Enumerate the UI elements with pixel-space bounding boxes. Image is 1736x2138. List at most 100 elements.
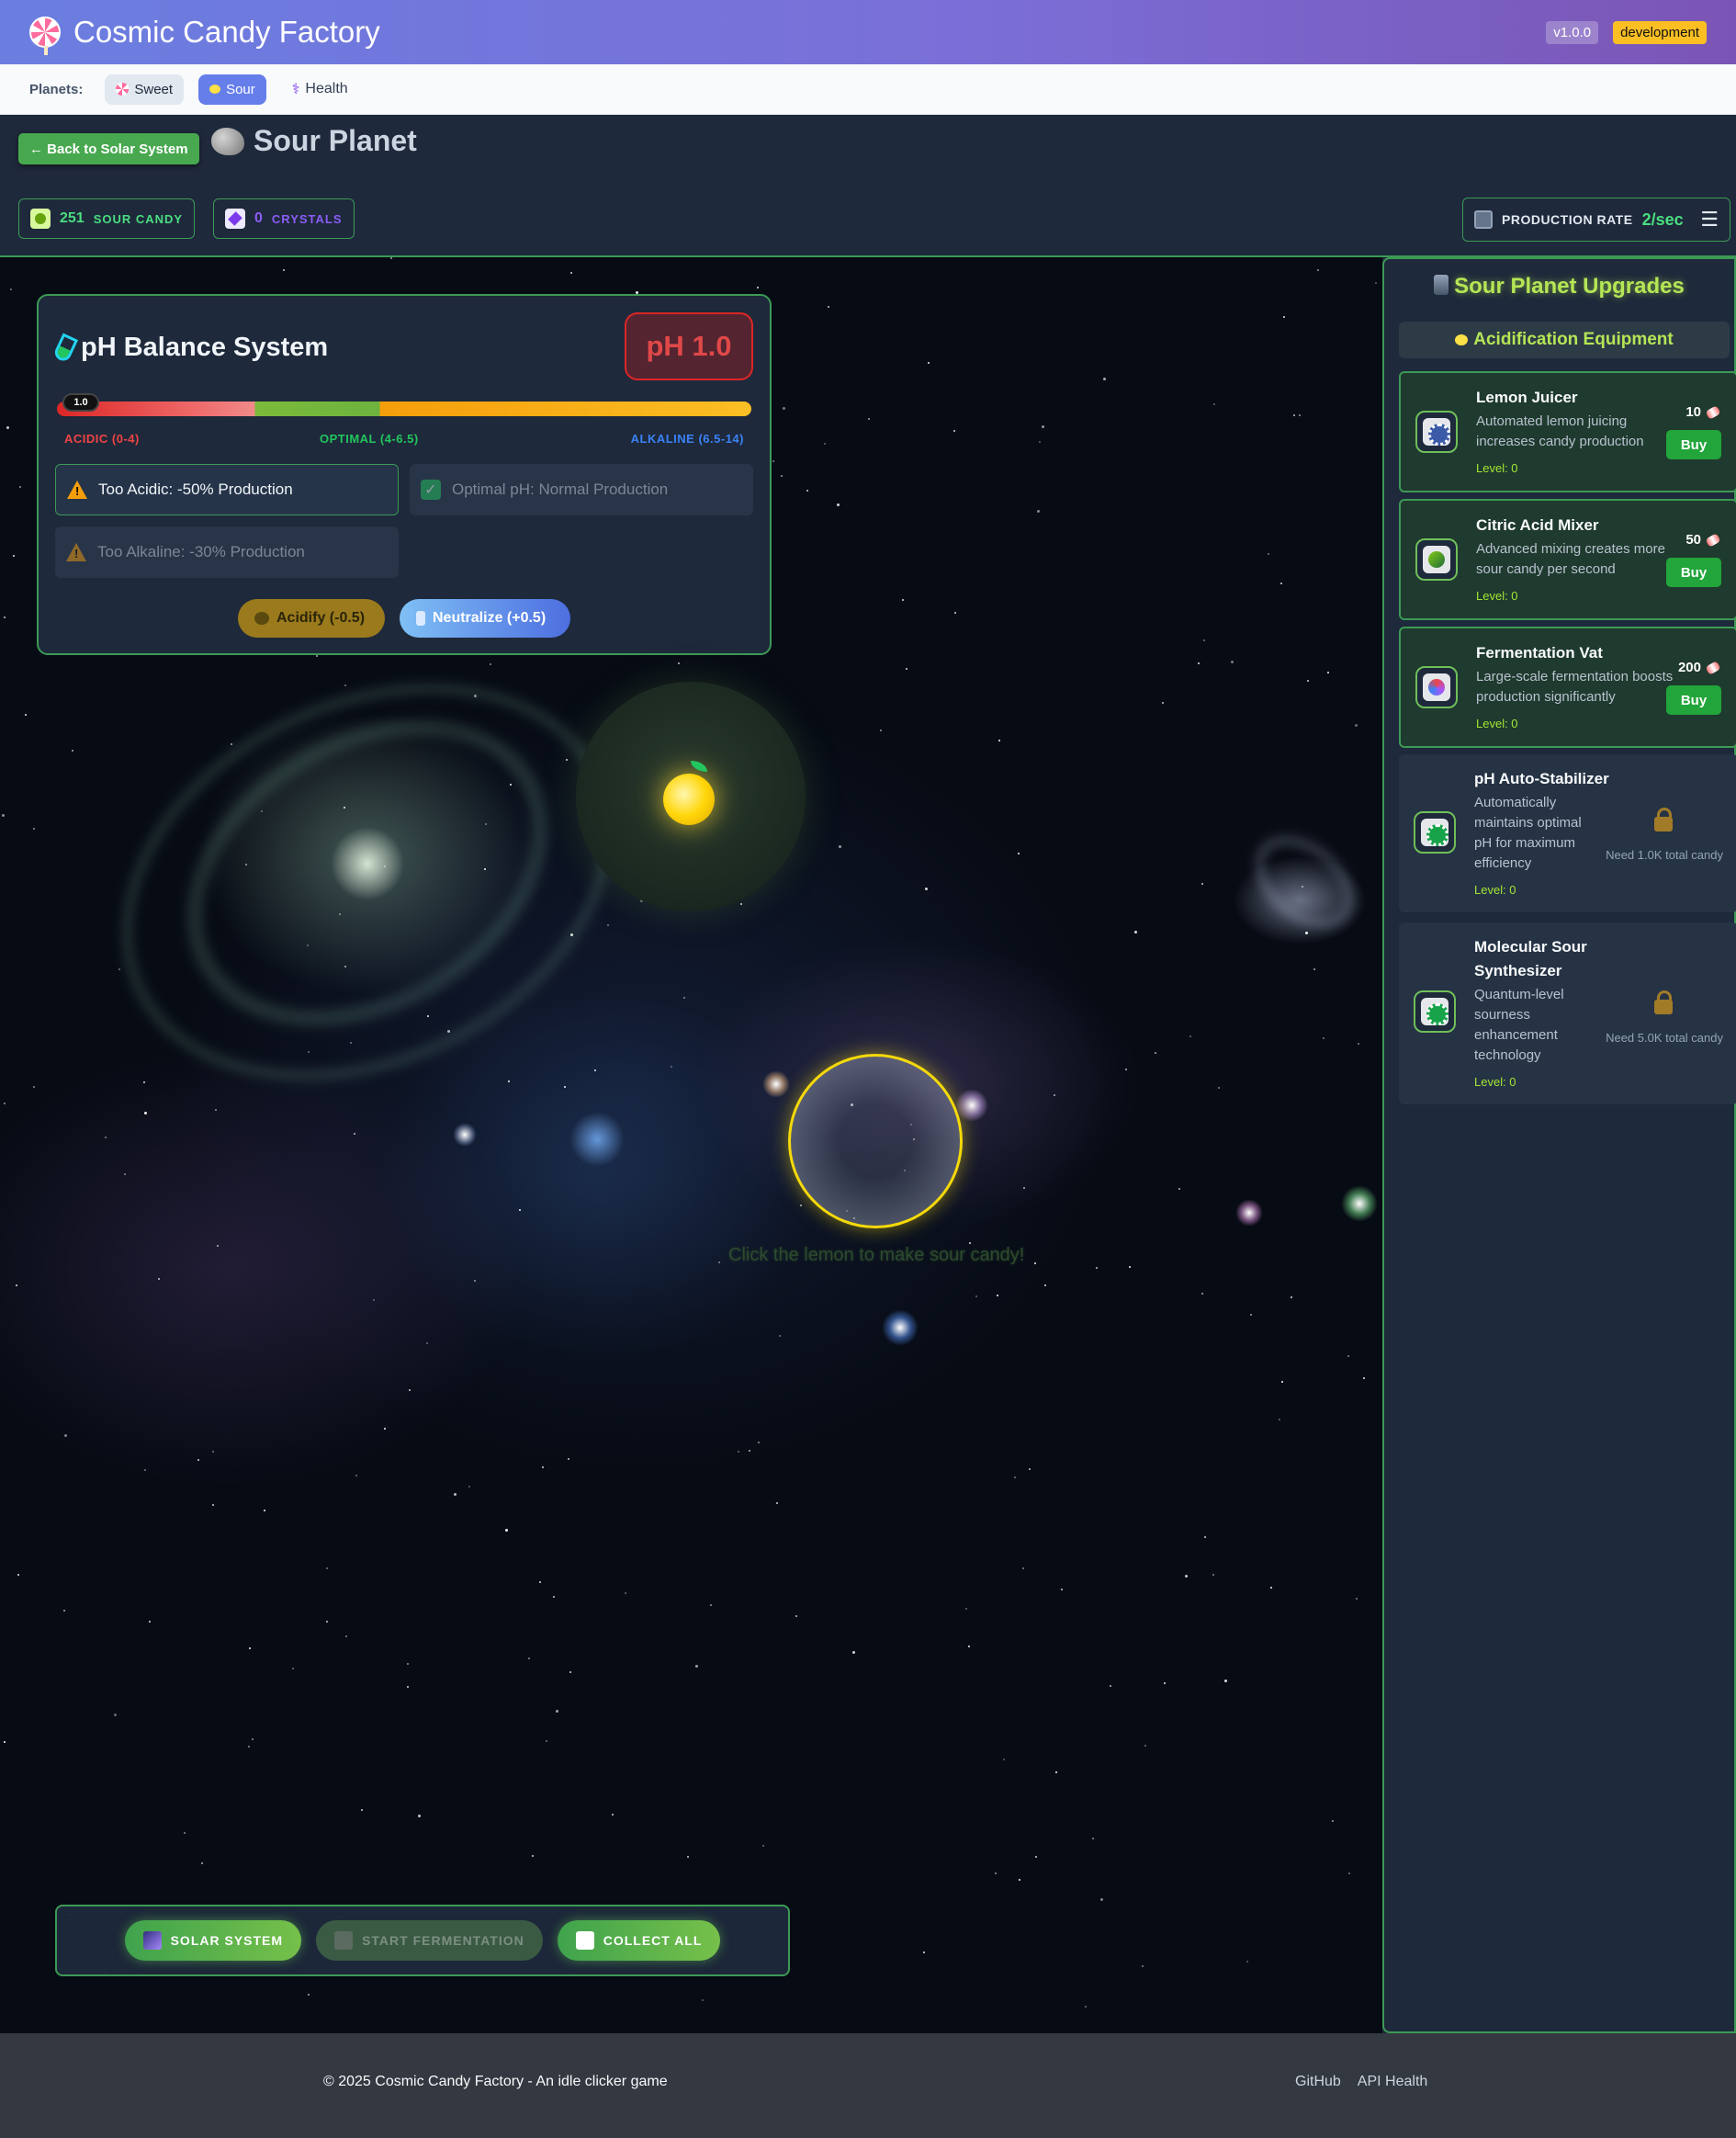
star <box>355 1475 357 1476</box>
star <box>454 1493 457 1496</box>
star <box>1317 269 1319 271</box>
solar-system-button[interactable]: SOLAR SYSTEM <box>124 1920 302 1961</box>
star <box>418 1815 421 1817</box>
star <box>902 599 904 601</box>
upgrade-card-citric-acid-mixer[interactable]: Citric Acid Mixer Advanced mixing create… <box>1399 499 1736 620</box>
star <box>373 1299 375 1301</box>
star <box>409 1389 411 1391</box>
neutralize-label: Neutralize (+0.5) <box>433 610 547 626</box>
star <box>350 1042 352 1044</box>
star <box>1313 968 1315 970</box>
upgrade-icon <box>1414 990 1456 1033</box>
star <box>968 1646 970 1647</box>
star <box>144 1112 147 1114</box>
star <box>1201 1293 1203 1295</box>
star <box>345 1635 347 1637</box>
star <box>997 1295 998 1296</box>
star <box>800 1205 802 1206</box>
star <box>344 684 346 686</box>
star <box>839 845 841 848</box>
star <box>1201 883 1203 885</box>
star <box>1355 724 1358 727</box>
upgrade-card-fermentation-vat[interactable]: Fermentation Vat Large-scale fermentatio… <box>1399 627 1736 748</box>
star <box>248 1746 250 1748</box>
buy-button[interactable]: Buy <box>1666 430 1721 459</box>
acidify-label: Acidify (-0.5) <box>276 610 366 626</box>
star <box>781 475 783 477</box>
upgrade-description: Advanced mixing creates more sour candy … <box>1476 541 1665 577</box>
star <box>326 1621 328 1623</box>
upgrade-icon <box>1415 538 1458 581</box>
star <box>19 486 21 488</box>
collect-icon <box>575 1931 594 1950</box>
buy-button[interactable]: Buy <box>1666 685 1721 715</box>
star <box>1231 661 1234 663</box>
star <box>1323 1037 1325 1039</box>
upgrade-card-ph-auto-stabilizer: pH Auto-Stabilizer Automatically maintai… <box>1399 754 1736 912</box>
back-to-solar-system-button[interactable]: ← Back to Solar System <box>18 133 199 164</box>
neutralize-button[interactable]: Neutralize (+0.5) <box>400 599 570 638</box>
star <box>292 1668 294 1669</box>
star <box>124 1173 126 1175</box>
candy-icon <box>1705 404 1721 420</box>
menu-icon[interactable]: ☰ <box>1700 208 1719 232</box>
acidify-button[interactable]: Acidify (-0.5) <box>238 599 385 638</box>
star <box>569 1671 571 1673</box>
test-tube-icon <box>51 333 79 363</box>
star <box>738 1451 739 1453</box>
planet-tab-sour[interactable]: Sour <box>198 74 266 105</box>
github-link[interactable]: GitHub <box>1295 2074 1341 2090</box>
lollipop-icon <box>29 17 61 55</box>
star <box>998 740 1000 741</box>
start-fermentation-button[interactable]: START FERMENTATION <box>316 1920 543 1961</box>
bright-star <box>453 1123 477 1147</box>
star <box>201 1862 203 1864</box>
collect-all-button[interactable]: COLLECT ALL <box>557 1920 721 1961</box>
planet-tab-sweet[interactable]: Sweet <box>105 74 185 105</box>
star <box>264 1510 265 1511</box>
crystals-value: 0 <box>254 210 263 226</box>
star <box>954 612 956 614</box>
upgrade-description: Automatically maintains optimal pH for m… <box>1474 795 1582 871</box>
app-title: Cosmic Candy Factory <box>29 15 380 55</box>
star <box>308 1994 310 1996</box>
star <box>1164 1682 1166 1684</box>
star <box>4 1103 6 1104</box>
header-badges: v1.0.0 development <box>1546 20 1707 44</box>
upgrades-title-text: Sour Planet Upgrades <box>1454 274 1685 299</box>
star <box>612 1814 614 1816</box>
upgrade-card-lemon-juicer[interactable]: Lemon Juicer Automated lemon juicing inc… <box>1399 371 1736 492</box>
star <box>1061 1589 1063 1590</box>
star <box>1044 1284 1046 1286</box>
lemon-icon[interactable] <box>663 774 715 825</box>
star <box>249 1647 251 1649</box>
star <box>539 1581 541 1583</box>
star <box>710 1604 712 1606</box>
upgrade-level: Level: 0 <box>1474 883 1516 897</box>
star <box>880 730 882 731</box>
star <box>474 695 477 697</box>
star <box>1142 1965 1144 1967</box>
buy-button[interactable]: Buy <box>1666 558 1721 587</box>
sour-candy-counter: 251 SOUR CANDY <box>18 198 196 239</box>
sour-candy-value: 251 <box>60 210 85 226</box>
lemon-click-target[interactable] <box>788 1054 963 1228</box>
ph-gauge-marker[interactable]: 1.0 <box>62 393 99 412</box>
ph-title-text: pH Balance System <box>81 333 329 362</box>
upgrade-cost: 200 <box>1678 660 1721 675</box>
star <box>740 903 742 905</box>
upgrade-description: Quantum-level sourness enhancement techn… <box>1474 987 1564 1063</box>
planet-tab-health[interactable]: ⚕ Health <box>281 74 359 105</box>
start-fermentation-label: START FERMENTATION <box>362 1933 524 1948</box>
star <box>594 1069 596 1071</box>
star <box>925 888 928 890</box>
bright-star <box>569 1112 625 1167</box>
star <box>184 1832 186 1834</box>
star <box>212 1504 214 1506</box>
api-health-link[interactable]: API Health <box>1358 2074 1427 2090</box>
crystal-icon <box>225 209 245 229</box>
star <box>1348 1872 1350 1874</box>
star <box>1054 1094 1055 1096</box>
star <box>1162 702 1164 704</box>
star <box>1198 662 1200 664</box>
